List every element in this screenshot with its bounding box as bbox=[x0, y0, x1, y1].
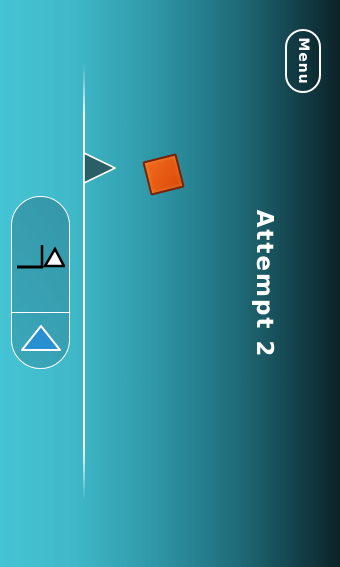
spike-icon bbox=[83, 152, 116, 184]
play-button[interactable] bbox=[12, 313, 69, 368]
jump-button[interactable] bbox=[12, 197, 69, 313]
jump-icon bbox=[17, 245, 65, 269]
ground-line bbox=[83, 64, 85, 500]
attempt-counter: Attempt 2 bbox=[251, 209, 277, 359]
game-screen[interactable]: Menu Attempt 2 bbox=[0, 0, 340, 567]
menu-button[interactable]: Menu bbox=[285, 29, 321, 93]
player-cube bbox=[142, 153, 185, 196]
control-panel bbox=[11, 196, 70, 369]
menu-label: Menu bbox=[295, 37, 311, 85]
triangle-up-icon bbox=[21, 325, 61, 351]
